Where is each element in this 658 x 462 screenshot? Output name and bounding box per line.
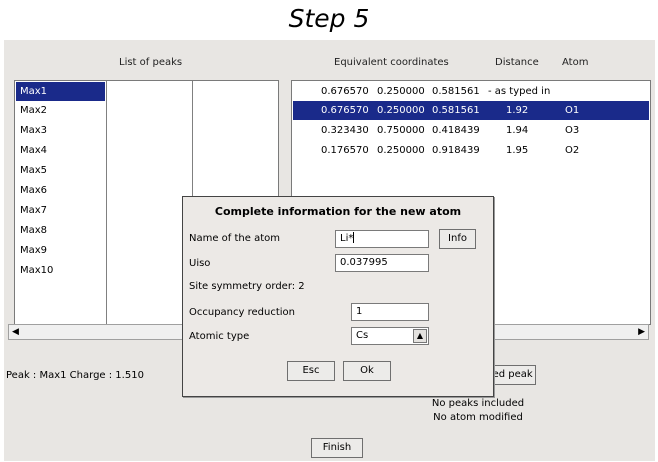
coord-z: 0.918439: [432, 145, 480, 156]
coord-x: 0.323430: [321, 125, 369, 136]
uiso-input[interactable]: 0.037995: [335, 254, 429, 272]
occupancy-reduction-input[interactable]: 1: [351, 303, 429, 321]
peak-item[interactable]: Max4: [16, 141, 105, 160]
site-symmetry-order: Site symmetry order: 2: [189, 281, 305, 292]
coord-x: 0.676570: [321, 86, 369, 97]
coord-distance: 1.94: [506, 125, 529, 136]
new-atom-dialog: Complete information for the new atom Na…: [182, 196, 494, 397]
atomic-type-label: Atomic type: [189, 331, 250, 342]
coordinate-row[interactable]: 0.176570 0.250000 0.918439 1.95 O2: [293, 141, 649, 160]
peak-charge-info: Peak : Max1 Charge : 1.510: [6, 370, 144, 381]
peak-item[interactable]: Max7: [16, 201, 105, 220]
coord-atom: O1: [565, 105, 580, 116]
list-of-peaks-header: List of peaks: [119, 57, 183, 68]
no-peaks-message: No peaks included: [431, 398, 525, 409]
main-window: List of peaks Equivalent coordinates Dis…: [4, 40, 655, 461]
coord-x: 0.676570: [321, 105, 369, 116]
peak-item[interactable]: Max1: [16, 82, 105, 101]
no-atom-message: No atom modified: [433, 412, 523, 423]
atom-name-label: Name of the atom: [189, 233, 280, 244]
coord-z: 0.581561: [432, 86, 480, 97]
peak-item[interactable]: Max8: [16, 221, 105, 240]
coord-y: 0.250000: [377, 86, 425, 97]
peak-item[interactable]: Max2: [16, 101, 105, 120]
finish-button[interactable]: Finish: [311, 438, 363, 458]
dropdown-arrow-icon[interactable]: ▲: [413, 329, 427, 343]
peak-item[interactable]: Max5: [16, 161, 105, 180]
peak-item[interactable]: Max10: [16, 261, 105, 280]
coord-y: 0.750000: [377, 125, 425, 136]
coordinate-row[interactable]: 0.676570 0.250000 0.581561 1.92 O1: [293, 101, 649, 120]
atom-name-value: Li*: [340, 233, 354, 244]
coord-y: 0.250000: [377, 145, 425, 156]
scroll-right-icon[interactable]: ▶: [638, 327, 645, 337]
scroll-left-icon[interactable]: ◀: [12, 327, 19, 337]
ok-button[interactable]: Ok: [343, 361, 391, 381]
dialog-title: Complete information for the new atom: [214, 205, 462, 218]
peak-item[interactable]: Max6: [16, 181, 105, 200]
atom-header: Atom: [562, 57, 589, 68]
peak-item[interactable]: Max3: [16, 121, 105, 140]
peak-item[interactable]: Max9: [16, 241, 105, 260]
coord-distance: - as typed in: [488, 86, 551, 97]
coord-atom: O3: [565, 125, 580, 136]
coord-distance: 1.95: [506, 145, 529, 156]
coord-distance: 1.92: [506, 105, 529, 116]
occupancy-reduction-label: Occupancy reduction: [189, 307, 295, 318]
coord-atom: O2: [565, 145, 580, 156]
step-title: Step 5: [288, 4, 370, 33]
peaks-column-divider: [106, 81, 107, 324]
atomic-type-value: Cs: [356, 330, 369, 341]
coord-y: 0.250000: [377, 105, 425, 116]
esc-button[interactable]: Esc: [287, 361, 335, 381]
info-button[interactable]: Info: [439, 229, 476, 249]
coordinate-row[interactable]: 0.676570 0.250000 0.581561 - as typed in: [293, 82, 649, 101]
atomic-type-select[interactable]: Cs ▲: [351, 327, 429, 345]
uiso-label: Uiso: [189, 258, 211, 269]
coordinate-row[interactable]: 0.323430 0.750000 0.418439 1.94 O3: [293, 121, 649, 140]
coord-x: 0.176570: [321, 145, 369, 156]
coord-z: 0.418439: [432, 125, 480, 136]
text-cursor: [353, 232, 355, 243]
coord-z: 0.581561: [432, 105, 480, 116]
atom-name-input[interactable]: Li*: [335, 230, 429, 248]
distance-header: Distance: [495, 57, 539, 68]
equivalent-coordinates-header: Equivalent coordinates: [334, 57, 449, 68]
